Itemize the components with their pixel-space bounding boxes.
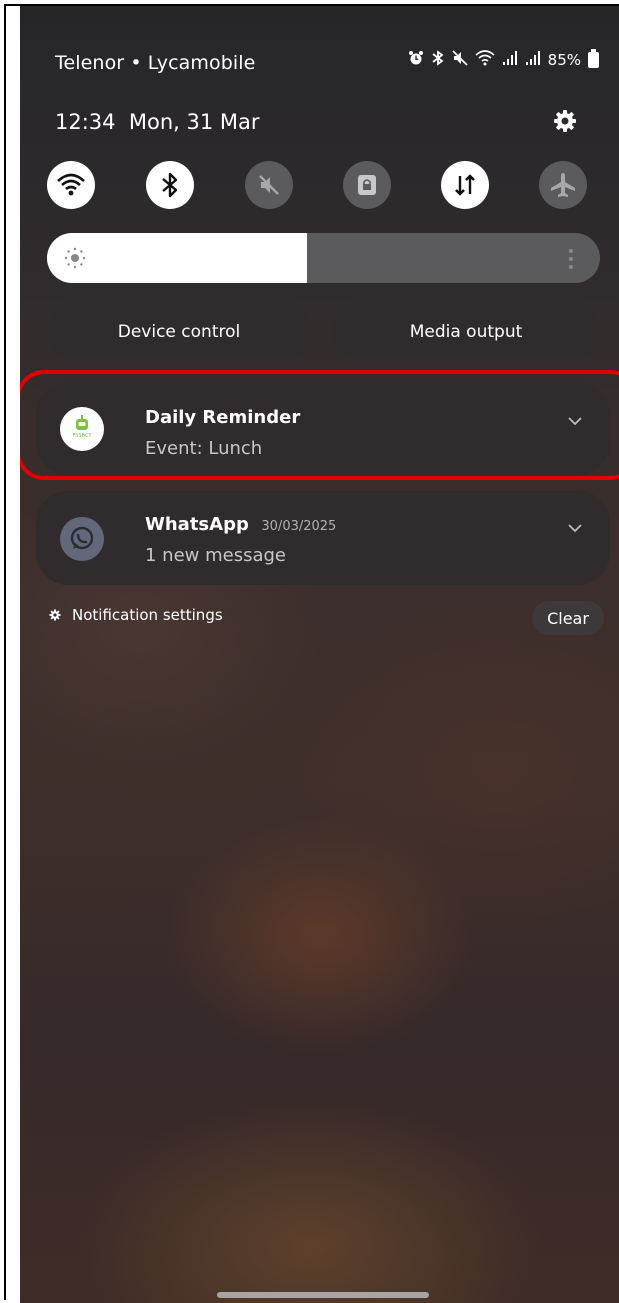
- bluetooth-icon: [431, 50, 445, 70]
- data-arrows-icon: [455, 174, 475, 196]
- qs-rotation-lock-toggle[interactable]: [343, 161, 391, 209]
- brightness-slider[interactable]: [47, 233, 600, 283]
- carrier-label: Telenor • Lycamobile: [55, 52, 256, 74]
- battery-percentage: 85%: [547, 51, 581, 69]
- settings-gear-icon[interactable]: [550, 106, 580, 136]
- notification-app-name: WhatsApp 30/03/2025: [145, 514, 336, 535]
- qs-mobile-data-toggle[interactable]: [441, 161, 489, 209]
- clock-date: 12:34 Mon, 31 Mar: [55, 110, 260, 134]
- media-output-button[interactable]: Media output: [333, 303, 599, 361]
- chevron-down-icon[interactable]: [568, 524, 582, 533]
- notification-body: 1 new message: [145, 545, 286, 566]
- wifi-icon: [475, 50, 495, 70]
- qs-bluetooth-toggle[interactable]: [146, 161, 194, 209]
- frame-border-left: [4, 4, 6, 1300]
- wifi-icon: [57, 173, 85, 196]
- qs-wifi-toggle[interactable]: [47, 161, 95, 209]
- date-label: Mon, 31 Mar: [128, 110, 260, 134]
- screenshot-frame: Telenor • Lycamobile 85% 12:34 Mon, 31 M…: [0, 0, 619, 1303]
- highlight-outline: [20, 370, 619, 480]
- airplane-icon: [551, 173, 575, 197]
- home-indicator[interactable]: [217, 1292, 429, 1298]
- device-control-button[interactable]: Device control: [47, 303, 311, 361]
- clear-button[interactable]: Clear: [532, 601, 604, 635]
- brightness-more-icon[interactable]: [568, 247, 574, 271]
- qs-sound-toggle[interactable]: [245, 161, 293, 209]
- qs-airplane-toggle[interactable]: [539, 161, 587, 209]
- bluetooth-icon: [162, 172, 178, 198]
- signal-icon: [525, 50, 541, 70]
- mute-icon: [452, 50, 468, 70]
- notification-settings-label: Notification settings: [72, 606, 223, 624]
- whatsapp-icon: [60, 517, 104, 561]
- signal-icon: [502, 50, 518, 70]
- mute-icon: [259, 175, 279, 195]
- lock-icon: [358, 175, 376, 195]
- battery-icon: [588, 49, 599, 68]
- notification-shade: Telenor • Lycamobile 85% 12:34 Mon, 31 M…: [20, 6, 619, 1303]
- gear-icon: [49, 609, 61, 621]
- notification-settings-link[interactable]: Notification settings: [48, 606, 223, 624]
- status-icons: 85%: [408, 49, 599, 70]
- notification-app-label: WhatsApp: [145, 514, 249, 535]
- notification-card-whatsapp[interactable]: WhatsApp 30/03/2025 1 new message: [36, 491, 610, 585]
- brightness-sun-icon: [63, 246, 87, 270]
- notification-time: 30/03/2025: [261, 519, 337, 534]
- alarm-icon: [408, 50, 424, 70]
- clock-time: 12:34: [55, 110, 116, 134]
